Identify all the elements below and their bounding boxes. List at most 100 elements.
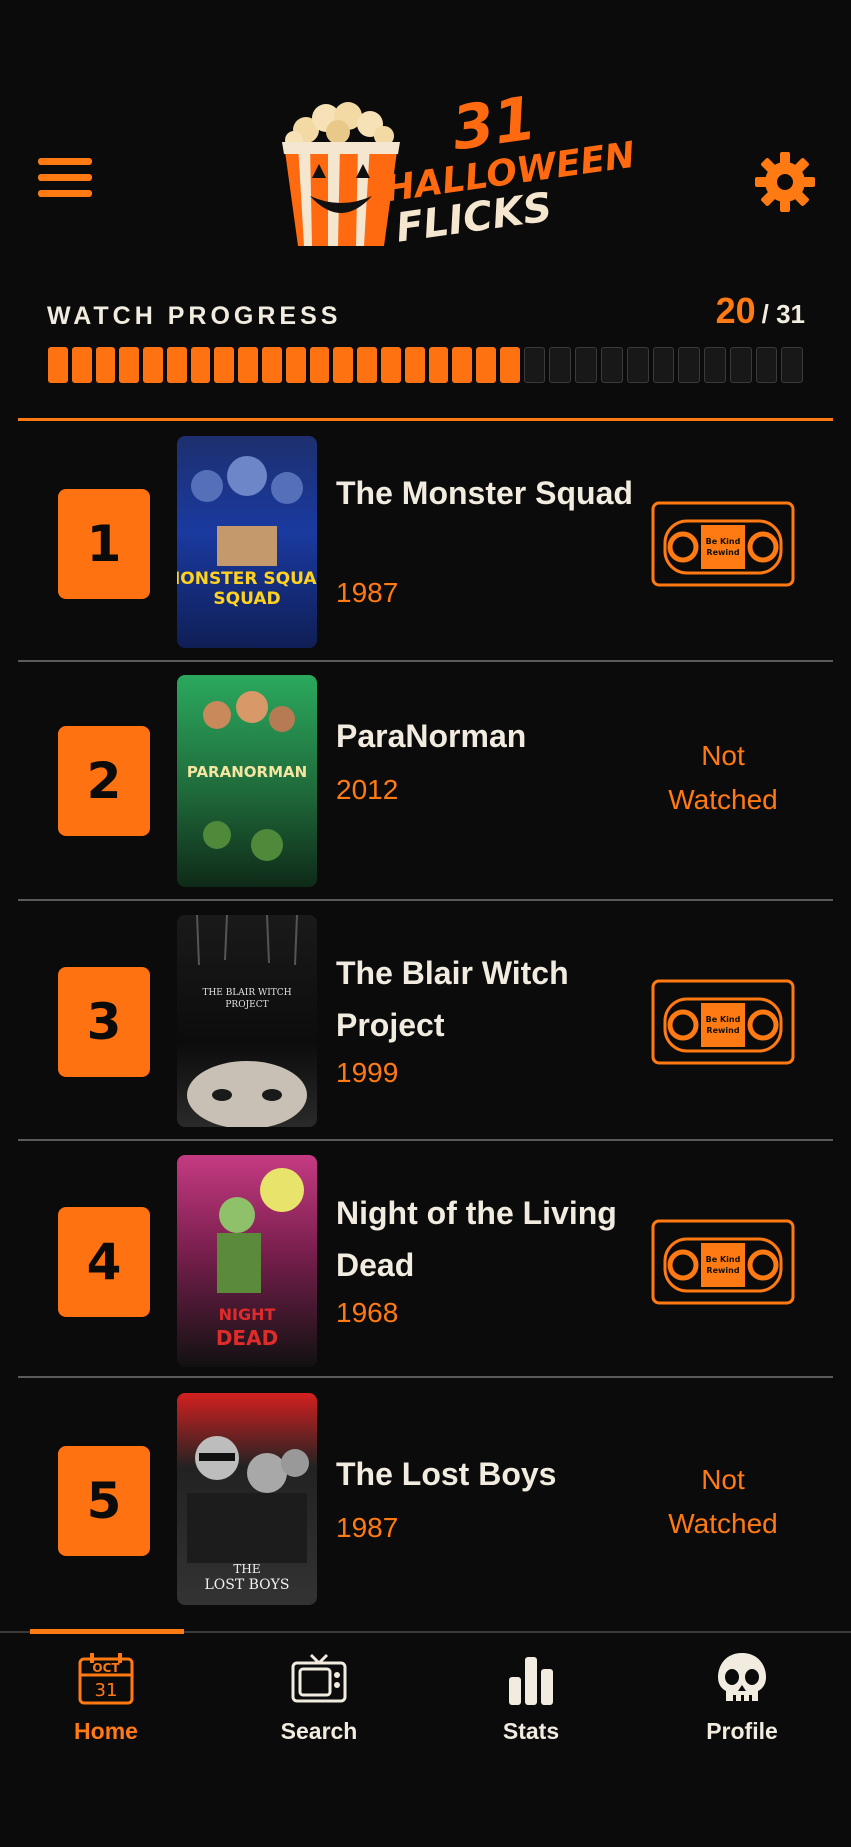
- calendar-icon: OCT 31: [78, 1653, 134, 1705]
- svg-text:31: 31: [95, 1680, 118, 1701]
- progress-segment-empty: [575, 347, 597, 383]
- active-tab-indicator: [30, 1629, 184, 1634]
- svg-text:THE: THE: [233, 1562, 260, 1576]
- progress-segment-empty: [755, 347, 778, 383]
- rank-number: 2: [86, 752, 122, 810]
- progress-segment-filled: [214, 347, 235, 383]
- movie-year: 1999: [336, 1057, 399, 1088]
- movie-title: Night of the Living Dead: [336, 1195, 617, 1283]
- watch-progress-bar: [48, 347, 804, 383]
- movie-row[interactable]: 5 THE LOST BOYS The Lost Boys 1987 Not W…: [0, 1378, 851, 1616]
- movie-title: The Lost Boys: [336, 1456, 557, 1492]
- watched-count: 20: [715, 290, 756, 331]
- menu-icon[interactable]: [38, 158, 92, 198]
- movie-title: The Blair Witch Project: [336, 955, 569, 1043]
- app-logo: 31 HALLOWEEN FLICKS: [276, 84, 638, 262]
- progress-segment-filled: [95, 347, 116, 383]
- svg-text:Be Kind: Be Kind: [706, 537, 741, 546]
- movie-year: 2012: [336, 774, 399, 805]
- progress-segment-empty: [523, 347, 546, 383]
- progress-segment-empty: [781, 347, 804, 383]
- progress-segment-filled: [238, 347, 259, 383]
- rank-badge: 2: [58, 726, 150, 836]
- gear-icon[interactable]: [753, 150, 817, 214]
- tab-search-label: Search: [280, 1718, 358, 1744]
- progress-segment-filled: [143, 347, 163, 383]
- progress-segment-empty: [704, 347, 726, 383]
- rank-number: 1: [86, 515, 122, 573]
- svg-text:PROJECT: PROJECT: [225, 1000, 268, 1010]
- not-watched-status[interactable]: Not Watched: [648, 734, 798, 822]
- skull-icon: [718, 1653, 766, 1701]
- movie-row[interactable]: 2 PARANORMAN ParaNorman 2012 Not Watched: [0, 662, 851, 900]
- rank-badge: 5: [58, 1446, 150, 1556]
- progress-segment-filled: [333, 347, 354, 383]
- svg-text:Rewind: Rewind: [706, 1026, 739, 1035]
- progress-segment-filled: [48, 347, 68, 383]
- tv-icon: [291, 1653, 347, 1703]
- progress-segment-empty: [626, 347, 649, 383]
- progress-segment-filled: [428, 347, 449, 383]
- movie-title: The Monster Squad: [336, 475, 633, 511]
- bar-chart-icon: [509, 1657, 553, 1705]
- svg-text:LOST BOYS: LOST BOYS: [204, 1577, 289, 1593]
- vhs-tape-icon[interactable]: Be Kind Rewind: [651, 501, 795, 587]
- movie-row[interactable]: 4 NIGHT DEAD Night of the Living Dead 19…: [0, 1141, 851, 1379]
- tab-home-label: Home: [74, 1718, 138, 1744]
- movie-poster: THE BLAIR WITCH PROJECT: [177, 915, 317, 1127]
- svg-text:Be Kind: Be Kind: [706, 1015, 741, 1024]
- movie-poster: THE LOST BOYS: [177, 1393, 317, 1605]
- svg-text:SQUAD: SQUAD: [213, 589, 280, 609]
- rank-badge: 1: [58, 489, 150, 599]
- movie-poster: NIGHT DEAD: [177, 1155, 317, 1367]
- progress-segment-filled: [190, 347, 211, 383]
- movie-row[interactable]: 1 MONSTER SQUAD SQUAD The Monster Squad …: [0, 421, 851, 659]
- progress-segment-filled: [119, 347, 140, 383]
- svg-text:OCT: OCT: [92, 1661, 120, 1675]
- progress-segment-filled: [357, 347, 377, 383]
- tab-stats-label: Stats: [502, 1718, 560, 1744]
- progress-segment-filled: [452, 347, 473, 383]
- progress-segment-filled: [71, 347, 92, 383]
- total-count: / 31: [761, 299, 805, 329]
- progress-segment-empty: [549, 347, 572, 383]
- vhs-tape-icon[interactable]: Be Kind Rewind: [651, 979, 795, 1065]
- movie-poster: MONSTER SQUAD SQUAD: [177, 436, 317, 648]
- svg-text:Rewind: Rewind: [706, 548, 739, 557]
- watch-progress-label: WATCH PROGRESS: [47, 302, 342, 330]
- svg-text:THE BLAIR WITCH: THE BLAIR WITCH: [202, 988, 291, 998]
- watch-progress-count: 20 / 31: [715, 290, 805, 331]
- movie-title: ParaNorman: [336, 718, 527, 754]
- svg-text:Rewind: Rewind: [706, 1266, 739, 1275]
- tab-stats[interactable]: Stats: [456, 1651, 606, 1761]
- svg-text:NIGHT: NIGHT: [219, 1305, 276, 1324]
- progress-segment-empty: [729, 347, 752, 383]
- tab-home[interactable]: OCT 31 Home: [31, 1651, 181, 1761]
- tab-profile[interactable]: Profile: [667, 1651, 817, 1761]
- movie-row[interactable]: 3 THE BLAIR WITCH PROJECT The Blair Witc…: [0, 901, 851, 1139]
- rank-number: 5: [86, 1472, 122, 1530]
- app-header: 31 HALLOWEEN FLICKS WATCH PROGRESS 20 / …: [0, 0, 851, 383]
- movie-year: 1968: [336, 1297, 399, 1328]
- progress-segment-empty: [652, 347, 675, 383]
- not-watched-status[interactable]: Not Watched: [648, 1458, 798, 1546]
- progress-segment-filled: [476, 347, 496, 383]
- rank-number: 4: [86, 1233, 122, 1291]
- movie-poster: PARANORMAN: [177, 675, 317, 887]
- rank-badge: 3: [58, 967, 150, 1077]
- progress-segment-filled: [404, 347, 425, 383]
- tab-search[interactable]: Search: [244, 1651, 394, 1761]
- progress-segment-filled: [309, 347, 330, 383]
- progress-segment-filled: [380, 347, 401, 383]
- progress-segment-filled: [285, 347, 306, 383]
- svg-text:PARANORMAN: PARANORMAN: [187, 763, 307, 781]
- progress-segment-empty: [678, 347, 701, 383]
- progress-segment-filled: [499, 347, 520, 383]
- movie-year: 1987: [336, 577, 399, 608]
- poster-title: MONSTER SQUAD: [177, 569, 317, 589]
- svg-text:DEAD: DEAD: [216, 1326, 278, 1350]
- rank-badge: 4: [58, 1207, 150, 1317]
- movie-year: 1987: [336, 1512, 399, 1543]
- vhs-tape-icon[interactable]: Be Kind Rewind: [651, 1219, 795, 1305]
- bottom-tab-bar: OCT 31 Home Search Stats Profile: [0, 1629, 851, 1847]
